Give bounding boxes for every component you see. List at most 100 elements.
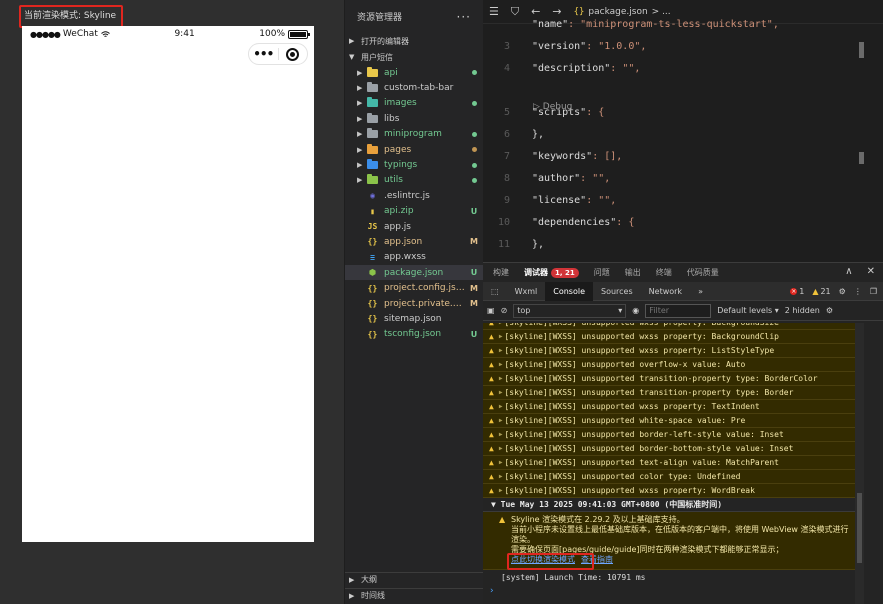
collapse-panel-icon[interactable]: ∧ [845,266,852,277]
tree-item[interactable]: ▶JSapp.js [345,219,483,234]
tree-item[interactable]: ▶{}project.private.co...M [345,296,483,311]
tab-5[interactable]: 代码质量 [687,267,719,278]
console-warning[interactable]: ▲ ▶ [skyline][WXSS] unsupported border-bot… [483,442,856,456]
chevron-right-icon: ▶ [349,37,355,45]
code-line[interactable]: 4 "description": "", [483,57,883,79]
settings-gear-icon[interactable]: ⚙ [839,287,846,296]
battery-icon [288,29,310,39]
tree-item[interactable]: ▶{}project.config.jsonM [345,280,483,295]
folder-icon [367,174,378,185]
console-scrollbar[interactable] [855,323,864,604]
console-group-message: ▲ Skyline 渲染模式在 2.29.2 及以上基础库支持。 当前小程序未设置线… [483,512,856,570]
devtools-tab-0[interactable]: Wxml [507,282,546,301]
console-log-list[interactable]: ▲ ▶ [skyline][WXSS] unsupported wxss prope… [483,323,856,604]
tree-item[interactable]: ▶ api [345,65,483,80]
tree-item-label: api.zip [384,206,414,217]
console-warning[interactable]: ▲ ▶ [skyline][WXSS] unsupported transition… [483,372,856,386]
console-prompt[interactable]: › [483,584,856,598]
console-group-header[interactable]: ▼ Tue May 13 2025 09:41:03 GMT+0800 (中国标… [483,498,856,512]
console-settings-icon[interactable]: ⚙ [826,306,833,315]
code-area[interactable]: "name": "miniprogram-ts-less-quickstart"… [483,19,883,262]
tree-item[interactable]: ▶▮api.zipU [345,204,483,219]
tree-item-label: tsconfig.json [384,329,442,340]
sidebar-toggle-icon[interactable]: ▣ [487,306,495,315]
tree-item[interactable]: ▶{}app.jsonM [345,234,483,249]
tree-item[interactable]: ▶ custom-tab-bar [345,80,483,95]
warning-text: [skyline][WXSS] unsupported wxss propert… [504,346,775,355]
clear-console-icon[interactable]: ⊘ [501,306,508,315]
console-warning[interactable]: ▲ ▶ [skyline][WXSS] unsupported border-lef… [483,428,856,442]
tab-2[interactable]: 问题 [594,267,610,278]
code-line[interactable]: "name": "miniprogram-ts-less-quickstart"… [483,13,883,35]
open-editors-section[interactable]: ▶ 打开的编辑器 [345,33,483,49]
chevron-right-icon: ▶ [357,161,363,170]
code-line[interactable]: 9 "license": "", [483,189,883,211]
eye-icon[interactable]: ◉ [632,306,639,315]
console-warning[interactable]: ▲ ▶[skyline][WXSS] unsupported wxss prope… [483,344,856,358]
phone-screen[interactable]: ●●●●● WeChat 9:41 100% ••• [22,26,314,542]
tree-item-label: app.json [384,236,423,247]
devtools-tabs: ⬚ Wxml Console Sources Network» × 1 ▲ 21 ⚙ ⋮ … [483,281,883,301]
tree-item[interactable]: ▶≡app.wxss [345,250,483,265]
tree-item[interactable]: ▶ images [345,96,483,111]
editor-scrollbar[interactable] [859,24,864,262]
console-warning[interactable]: ▲ ▶ [skyline][WXSS] unsupported overflow-x… [483,358,856,372]
code-editor[interactable]: ☰ ⛉ ← → {} package.json > ... "name": "m… [483,0,883,262]
console-warning[interactable]: ▲ ▶ [skyline][WXSS] unsupported color type… [483,470,856,484]
line-content: "keywords": [], [510,151,622,162]
warning-icon: ▲ [489,374,494,383]
console-warning[interactable]: ▲ ▶[skyline][WXSS] unsupported wxss prope… [483,484,856,498]
code-line[interactable]: 8 "author": "", [483,167,883,189]
tab-1[interactable]: 调试器 1, 21 [524,267,579,278]
json-key: }, [532,238,545,250]
console-warning[interactable]: ▲ ▶[skyline][WXSS] unsupported wxss prope… [483,400,856,414]
console-warning[interactable]: ▲ ▶ [skyline][WXSS] unsupported text-align… [483,456,856,470]
line-number: 10 [497,216,510,228]
explorer-more-button[interactable]: ··· [457,10,471,24]
devtools-tab-4[interactable]: » [690,282,711,301]
console-warning[interactable]: ▲ ▶[skyline][WXSS] unsupported wxss prope… [483,323,856,330]
git-status-badge: M [470,283,478,293]
close-mini-program-button[interactable] [279,47,308,61]
outline-section[interactable]: ▶ 大纲 [345,572,484,586]
devtools-tab-3[interactable]: Network [641,282,690,301]
console-warning[interactable]: ▲ ▶[skyline][WXSS] unsupported wxss prope… [483,330,856,344]
context-select[interactable]: top ▾ [513,303,627,318]
timeline-section[interactable]: ▶ 时间线 [345,588,484,602]
dock-icon[interactable]: ❐ [870,287,877,296]
console-warning[interactable]: ▲ ▶ [skyline][WXSS] unsupported white-spac… [483,414,856,428]
inspect-element-icon[interactable]: ⬚ [483,282,507,301]
tree-item[interactable]: ▶ pages [345,142,483,157]
warning-count[interactable]: ▲ 21 [812,287,830,296]
filter-input[interactable] [645,303,712,318]
tab-0[interactable]: 构建 [493,267,509,278]
tab-3[interactable]: 输出 [625,267,641,278]
workspace-section[interactable]: ▼ 用户短信 [345,49,483,65]
more-menu-button[interactable]: ••• [249,47,278,61]
tree-item[interactable]: ▶ miniprogram [345,127,483,142]
kebab-menu-icon[interactable]: ⋮ [854,287,862,296]
log-levels-dropdown[interactable]: Default levels ▾ [717,306,779,315]
code-line[interactable]: 10 "dependencies": { [483,211,883,233]
error-count[interactable]: × 1 [790,287,804,296]
close-panel-icon[interactable]: ✕ [867,266,875,277]
devtools-tab-2[interactable]: Sources [593,282,641,301]
tree-item[interactable]: ▶◉.eslintrc.js [345,188,483,203]
tree-item[interactable]: ▶{}sitemap.json [345,311,483,326]
code-line[interactable]: 7 "keywords": [], [483,145,883,167]
code-line[interactable]: 3 "version": "1.0.0", [483,35,883,57]
line-number: 7 [503,150,510,162]
tree-item[interactable]: ▶ utils [345,173,483,188]
console-warning[interactable]: ▲ ▶ [skyline][WXSS] unsupported transition… [483,386,856,400]
code-line[interactable]: 11}, [483,233,883,255]
debug-codelens[interactable]: ▷ Debug [533,102,572,112]
code-line[interactable]: 6}, [483,123,883,145]
devtools-tab-1[interactable]: Console [545,281,593,301]
tree-item[interactable]: ▶⬢package.jsonU [345,265,483,281]
tab-4[interactable]: 终端 [656,267,672,278]
json-value: : { [616,216,635,228]
tree-item[interactable]: ▶{}tsconfig.jsonU [345,327,483,342]
chevron-down-icon: ▼ [349,53,355,61]
tree-item[interactable]: ▶ typings [345,157,483,172]
tree-item[interactable]: ▶ libs [345,111,483,126]
